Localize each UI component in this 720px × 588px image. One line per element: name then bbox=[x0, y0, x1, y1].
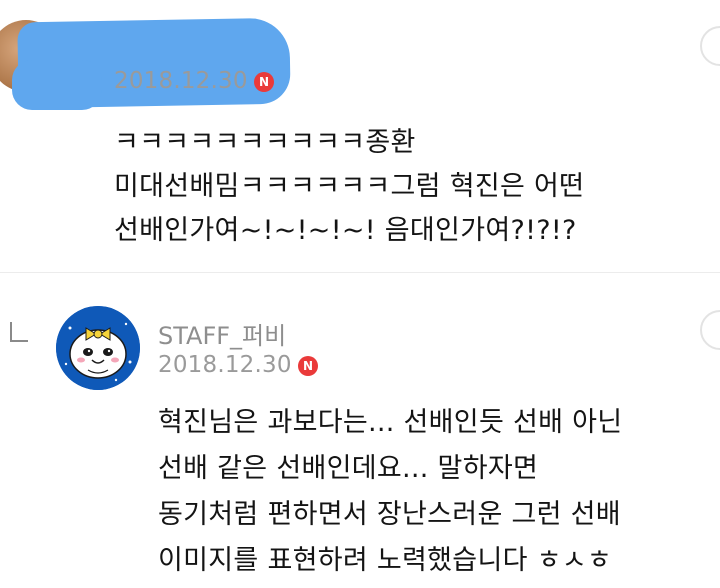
staff-mascot-icon bbox=[56, 306, 140, 390]
reply-text-line: 이미지를 표현하려 노력했습니다 ㅎㅅㅎ bbox=[158, 545, 613, 576]
reply-text-line: 혁진님은 과보다는... 선배인듯 선배 아닌 bbox=[158, 407, 623, 438]
comment-text-line: 선배인가여~!~!~!~! 음대인가여?!?!? bbox=[114, 215, 577, 246]
comment-divider bbox=[0, 272, 720, 273]
reply-date: 2018.12.30 bbox=[158, 352, 292, 378]
more-options-button[interactable] bbox=[700, 310, 720, 350]
reply-arrow-icon bbox=[10, 322, 28, 342]
reply-text-line: 동기처럼 편하면서 장난스러운 그런 선배 bbox=[158, 499, 621, 530]
reply-author-name[interactable]: STAFF_퍼비 bbox=[158, 316, 286, 351]
staff-avatar[interactable] bbox=[56, 306, 140, 390]
more-options-button[interactable] bbox=[700, 26, 720, 66]
comment-text-line: 미대선배밈ㅋㅋㅋㅋㅋㅋ그럼 혁진은 어떤 bbox=[114, 171, 585, 202]
new-badge: N bbox=[254, 72, 274, 92]
reply-text-line: 선배 같은 선배인데요... 말하자면 bbox=[158, 453, 539, 484]
comment-date: 2018.12.30 bbox=[114, 68, 248, 94]
comment-text-line: ㅋㅋㅋㅋㅋㅋㅋㅋㅋㅋ종환 bbox=[114, 127, 416, 158]
comment-item: 2018.12.30 N ㅋㅋㅋㅋㅋㅋㅋㅋㅋㅋ종환 미대선배밈ㅋㅋㅋㅋㅋㅋ그럼 … bbox=[0, 0, 720, 272]
redacted-username-mark bbox=[12, 60, 102, 110]
new-badge: N bbox=[298, 356, 318, 376]
